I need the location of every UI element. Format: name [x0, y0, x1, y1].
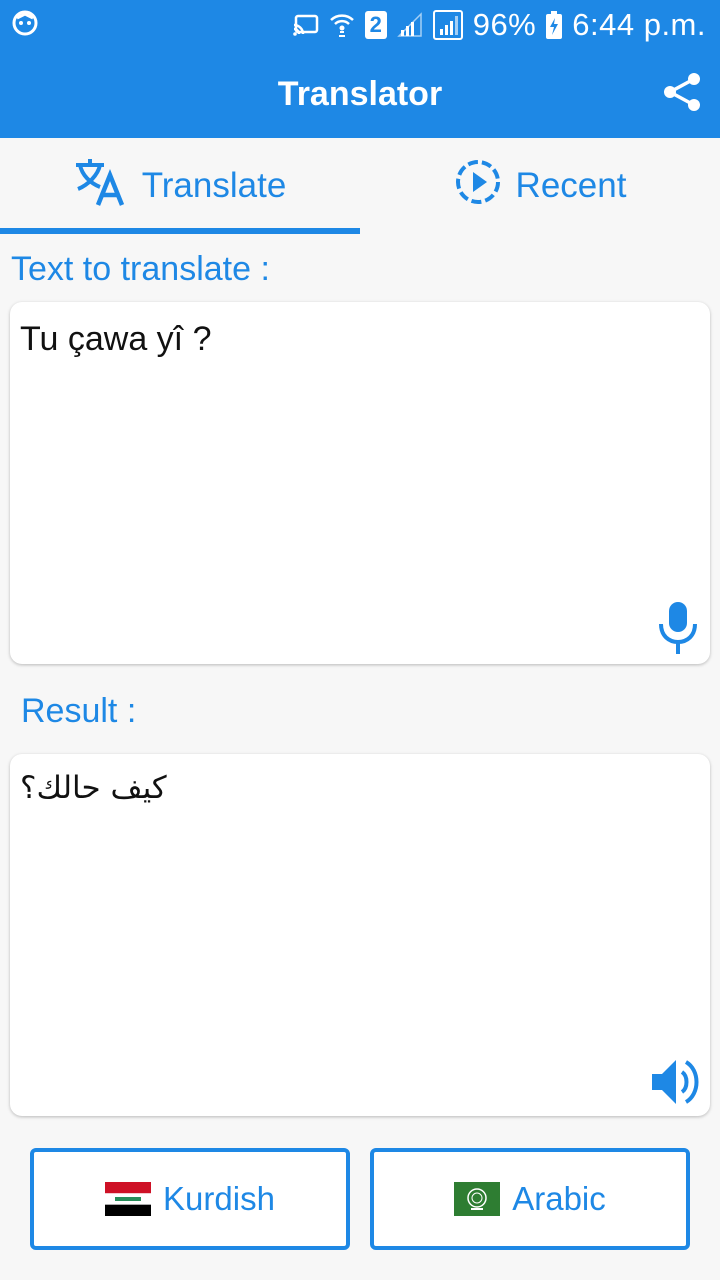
clock: 6:44 p.m.: [572, 7, 706, 42]
cast-icon: [292, 14, 319, 36]
sim-badge: 2: [364, 11, 387, 39]
input-text[interactable]: Tu çawa yî ?: [20, 320, 211, 359]
signal-2-icon: [432, 10, 463, 40]
input-label: Text to translate :: [11, 250, 270, 288]
microphone-icon: [656, 602, 700, 660]
result-card: كيف حالك؟: [10, 754, 710, 1116]
source-language-label: Kurdish: [163, 1180, 275, 1217]
iraq-flag-icon: [105, 1182, 152, 1216]
translate-icon: [74, 157, 128, 216]
microphone-button[interactable]: [656, 600, 700, 656]
battery-percent: 96%: [472, 7, 537, 42]
tab-translate-label: Translate: [141, 166, 287, 205]
tab-translate[interactable]: Translate: [0, 138, 360, 234]
share-icon: [661, 71, 703, 118]
battery-charging-icon: [546, 11, 563, 39]
status-bar: 2 96% 6:44 p.m.: [0, 0, 720, 50]
source-language-button[interactable]: Kurdish: [30, 1148, 350, 1250]
tab-bar: Translate Recent: [0, 138, 720, 234]
status-left: [12, 10, 38, 41]
target-language-button[interactable]: Arabic: [370, 1148, 690, 1250]
status-right: 2 96% 6:44 p.m.: [292, 7, 706, 43]
wifi-icon: [329, 11, 355, 39]
app-bar: Translator: [0, 50, 720, 138]
tab-recent-label: Recent: [515, 166, 627, 205]
result-label: Result :: [21, 692, 137, 730]
input-card[interactable]: Tu çawa yî ?: [10, 302, 710, 664]
signal-icon: [396, 12, 423, 38]
app-title: Translator: [277, 75, 443, 113]
recent-play-icon: [454, 158, 502, 215]
share-button[interactable]: [658, 70, 706, 118]
app-notification-icon: [12, 10, 38, 41]
arab-league-flag-icon: [454, 1182, 501, 1216]
speaker-button[interactable]: [650, 1054, 704, 1110]
tab-recent[interactable]: Recent: [360, 138, 720, 234]
target-language-label: Arabic: [512, 1180, 606, 1217]
speaker-icon: [650, 1060, 704, 1114]
result-text: كيف حالك؟: [20, 770, 167, 806]
